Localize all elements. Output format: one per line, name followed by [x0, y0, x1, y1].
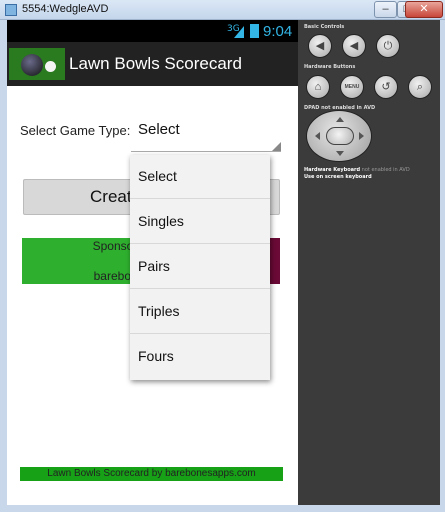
menu-button[interactable]: MENU — [340, 75, 364, 99]
game-type-dropdown: Select Singles Pairs Triples Fours — [130, 155, 270, 380]
minimize-button[interactable]: – — [374, 1, 397, 18]
option-label: Singles — [138, 213, 184, 229]
emulator-controls-panel: Basic Controls ◀ ◀ ⏻ Hardware Buttons ⌂ … — [298, 20, 440, 505]
back-icon: ↺ — [381, 81, 391, 93]
search-icon: ⌕ — [416, 81, 424, 93]
keyboard-note-bold: Hardware Keyboard — [304, 167, 361, 173]
dpad-control[interactable] — [306, 110, 372, 162]
volume-down-button[interactable]: ◀ — [308, 34, 332, 58]
volume-up-button[interactable]: ◀ — [342, 34, 366, 58]
option-label: Triples — [138, 303, 180, 319]
option-label: Fours — [138, 348, 174, 364]
dpad-down-icon — [336, 151, 344, 156]
dropdown-option-singles[interactable]: Singles — [130, 200, 270, 244]
game-type-spinner[interactable]: Select — [131, 116, 281, 152]
dpad-up-icon — [336, 117, 344, 122]
close-icon: ✕ — [419, 3, 429, 15]
clock: 9:04 — [263, 23, 293, 40]
status-bar: 3G 9:04 — [7, 20, 298, 42]
signal-icon — [234, 26, 244, 38]
game-type-label: Select Game Type: — [20, 123, 131, 138]
window-frame-right — [440, 20, 445, 512]
volume-up-icon: ◀ — [349, 40, 359, 52]
power-icon: ⏻ — [383, 40, 393, 52]
dropdown-option-pairs[interactable]: Pairs — [130, 245, 270, 289]
power-button[interactable]: ⏻ — [376, 34, 400, 58]
hardware-buttons-heading: Hardware Buttons — [304, 64, 356, 70]
minimize-icon: – — [382, 3, 389, 15]
window-frame-left — [0, 20, 7, 512]
app-title: Lawn Bowls Scorecard — [69, 54, 242, 73]
option-label: Pairs — [138, 258, 170, 274]
game-type-selected: Select — [138, 121, 180, 138]
lawn-bowls-logo-icon — [9, 48, 65, 80]
window-frame-bottom — [0, 505, 445, 512]
action-bar: Lawn Bowls Scorecard — [7, 42, 298, 86]
back-button[interactable]: ↺ — [374, 75, 398, 99]
dropdown-option-triples[interactable]: Triples — [130, 290, 270, 334]
dropdown-option-select[interactable]: Select — [130, 155, 270, 199]
spinner-arrow-icon — [272, 142, 281, 151]
battery-icon — [250, 24, 259, 38]
footer-banner[interactable]: Lawn Bowls Scorecard by barebonesapps.co… — [20, 467, 283, 481]
search-button[interactable]: ⌕ — [408, 75, 432, 99]
option-label: Select — [138, 168, 177, 184]
footer-text: Lawn Bowls Scorecard by barebonesapps.co… — [47, 468, 256, 479]
dpad-right-icon — [359, 132, 364, 140]
home-button[interactable]: ⌂ — [306, 75, 330, 99]
basic-controls-heading: Basic Controls — [304, 24, 345, 30]
home-icon: ⌂ — [314, 81, 322, 93]
keyboard-note: Hardware Keyboard not enabled in AVD Use… — [304, 167, 410, 181]
close-button[interactable]: ✕ — [405, 1, 443, 18]
bowl-icon — [21, 54, 43, 76]
keyboard-note-rest: not enabled in AVD — [360, 167, 410, 173]
emulator-app-icon — [5, 4, 17, 16]
dropdown-option-fours[interactable]: Fours — [130, 335, 270, 379]
window-title: 5554:WedgleAVD — [22, 3, 109, 15]
volume-down-icon: ◀ — [315, 40, 325, 52]
dpad-left-icon — [315, 132, 320, 140]
keyboard-note-line2: Use on screen keyboard — [304, 174, 372, 180]
phone-screen: 3G 9:04 Lawn Bowls Scorecard Select Game… — [7, 20, 298, 505]
dpad-center-button[interactable] — [326, 127, 354, 145]
window-titlebar: 5554:WedgleAVD – □ ✕ — [0, 0, 445, 20]
jack-icon — [45, 61, 56, 72]
menu-label: MENU — [344, 84, 360, 90]
